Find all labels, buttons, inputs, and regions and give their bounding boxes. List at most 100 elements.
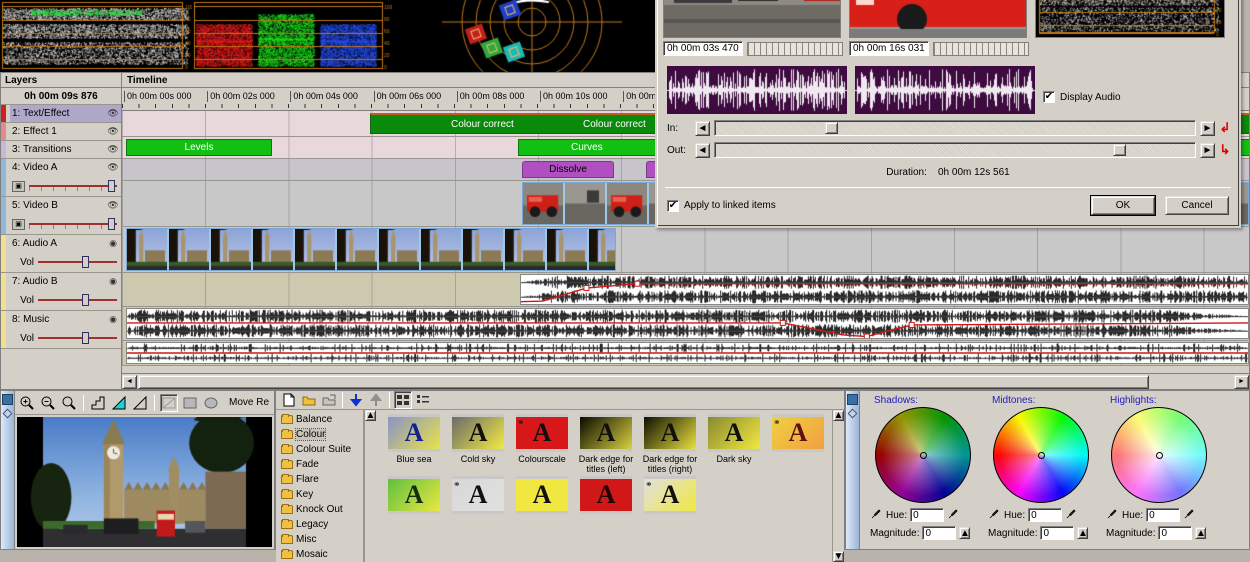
wheel-handle[interactable] xyxy=(1037,451,1045,459)
in-timecode-field[interactable]: 0h 00m 03s 470 xyxy=(663,41,743,56)
preset-item[interactable]: A xyxy=(574,476,638,538)
magnitude-spinner[interactable]: ▲ xyxy=(1077,527,1089,539)
preset-thumbnail[interactable]: ⚭ A xyxy=(452,476,504,514)
folder-item[interactable]: Knock Out xyxy=(276,502,363,517)
eyedropper-pick-icon[interactable] xyxy=(1183,507,1196,523)
grid-scroll-down-icon[interactable]: ▼ xyxy=(833,551,844,562)
layer-item[interactable]: 6: Audio A ◉ Vol xyxy=(1,235,121,273)
out-step-right-icon[interactable]: ► xyxy=(1200,142,1215,158)
layer-item[interactable]: 3: Transitions 👁 xyxy=(1,141,121,159)
layer-item[interactable]: 5: Video B 👁 ▣ xyxy=(1,197,121,235)
panel-handle-icon[interactable] xyxy=(2,394,13,405)
wheel-handle[interactable] xyxy=(919,451,927,459)
preset-thumbnail[interactable]: ⚭ A xyxy=(644,476,696,514)
zoom-out-icon[interactable] xyxy=(39,393,57,412)
panel-handle-icon[interactable] xyxy=(847,394,858,405)
out-step-left-icon[interactable]: ◄ xyxy=(695,142,710,158)
eyedropper-add-icon[interactable] xyxy=(1106,507,1119,523)
magnitude-spinner[interactable]: ▲ xyxy=(959,527,971,539)
display-audio-checkbox[interactable]: ✔ Display Audio xyxy=(1043,80,1121,114)
eye-icon[interactable]: 👁 xyxy=(105,144,121,155)
clip-dissolve[interactable]: Dissolve xyxy=(522,161,614,178)
volume-control[interactable]: Vol xyxy=(10,252,121,272)
zoom-reset-icon[interactable] xyxy=(60,393,78,412)
scrollbar-thumb[interactable] xyxy=(138,374,1149,389)
layer-item[interactable]: 7: Audio B ◉ Vol xyxy=(1,273,121,311)
hue-field[interactable]: 0 xyxy=(1028,508,1063,522)
folder-item[interactable]: Colour Suite xyxy=(276,442,363,457)
eyedropper-pick-icon[interactable] xyxy=(947,507,960,523)
view-list-icon[interactable] xyxy=(414,391,432,409)
new-icon[interactable] xyxy=(280,391,298,409)
opacity-control[interactable]: ▣ xyxy=(10,176,121,196)
opacity-slider[interactable] xyxy=(29,180,117,192)
import-down-icon[interactable] xyxy=(347,391,365,409)
eye-icon[interactable]: 👁 xyxy=(105,108,121,119)
keyframe-diamond-icon[interactable] xyxy=(847,408,858,419)
eye-icon[interactable]: 👁 xyxy=(105,162,121,173)
opacity-slider[interactable] xyxy=(29,218,117,230)
eyedropper-add-icon[interactable] xyxy=(988,507,1001,523)
track-music[interactable] xyxy=(122,341,1249,366)
preset-thumbnail[interactable]: A xyxy=(452,414,504,452)
preset-thumbnail[interactable]: A xyxy=(580,476,632,514)
preset-thumbnail[interactable]: A xyxy=(644,414,696,452)
in-step-left-icon[interactable]: ◄ xyxy=(695,120,710,136)
eyedropper-add-icon[interactable] xyxy=(870,507,883,523)
preset-item[interactable]: A Dark edge for titles (right) xyxy=(638,414,702,476)
tree-scroll-up-icon[interactable]: ▲ xyxy=(365,410,376,421)
hue-field[interactable]: 0 xyxy=(1146,508,1181,522)
eye-icon[interactable]: 👁 xyxy=(105,200,121,211)
view-thumbnails-icon[interactable] xyxy=(394,391,412,409)
preset-item[interactable]: ⚭ A Colourscale xyxy=(510,414,574,476)
mask-ellipse-icon[interactable] xyxy=(202,393,220,412)
grid-scrollbar[interactable]: ▲ ▼ xyxy=(832,410,844,562)
volume-slider[interactable] xyxy=(38,256,117,268)
preset-item[interactable]: ⚭ A xyxy=(638,476,702,538)
audio-clip-music[interactable] xyxy=(126,342,1249,364)
wheel-handle[interactable] xyxy=(1155,451,1163,459)
checkbox-box[interactable]: ✔ xyxy=(1043,91,1055,103)
out-jog-wheel[interactable] xyxy=(933,41,1029,56)
in-mark-icon[interactable]: ↲ xyxy=(1219,120,1231,136)
preset-item[interactable]: ⚭ A xyxy=(446,476,510,538)
hue-field[interactable]: 0 xyxy=(910,508,945,522)
preset-item[interactable]: A Dark sky xyxy=(702,414,766,476)
layer-item[interactable]: 1: Text/Effect 👁 xyxy=(1,105,121,123)
eyedropper-pick-icon[interactable] xyxy=(1065,507,1078,523)
preset-item[interactable]: A Dark edge for titles (left) xyxy=(574,414,638,476)
track-video-b[interactable] xyxy=(122,227,1249,273)
preset-item[interactable]: ⚭ A xyxy=(766,414,830,476)
colour-wheel[interactable] xyxy=(1111,407,1207,503)
grid-scroll-up-icon[interactable]: ▲ xyxy=(833,410,844,421)
preset-thumbnail[interactable]: A xyxy=(708,414,760,452)
preset-thumbnail[interactable]: A xyxy=(388,414,440,452)
magnitude-field[interactable]: 0 xyxy=(1158,526,1193,540)
layer-item[interactable]: 4: Video A 👁 ▣ xyxy=(1,159,121,197)
folder-item[interactable]: Misc xyxy=(276,532,363,547)
folder-item[interactable]: Key xyxy=(276,487,363,502)
mask-off-icon[interactable] xyxy=(160,393,178,412)
folder-item[interactable]: Flare xyxy=(276,472,363,487)
open-folder-icon[interactable] xyxy=(300,391,318,409)
speaker-icon[interactable]: ◉ xyxy=(105,238,121,249)
opacity-control[interactable]: ▣ xyxy=(10,214,121,234)
layer-item[interactable]: 2: Effect 1 👁 xyxy=(1,123,121,141)
filmstrip-video-b[interactable] xyxy=(126,228,616,271)
keyframe-diamond-icon[interactable] xyxy=(2,408,13,419)
folder-item[interactable]: Balance xyxy=(276,412,363,427)
speaker-icon[interactable]: ◉ xyxy=(105,314,121,325)
preset-thumbnail[interactable]: A xyxy=(580,414,632,452)
track-audio-a[interactable] xyxy=(122,273,1249,307)
preset-item[interactable]: A xyxy=(382,476,446,538)
preset-item[interactable]: A Cold sky xyxy=(446,414,510,476)
checkbox-box[interactable]: ✔ xyxy=(667,199,679,212)
preset-thumbnail[interactable]: A xyxy=(516,476,568,514)
zoom-in-icon[interactable] xyxy=(18,393,36,412)
out-slider-track[interactable] xyxy=(714,142,1196,158)
folder-item[interactable]: Colour xyxy=(276,427,363,442)
preset-thumbnail[interactable]: A xyxy=(388,476,440,514)
colour-wheel[interactable] xyxy=(993,407,1089,503)
save-icon[interactable] xyxy=(320,391,338,409)
audio-clip-a[interactable] xyxy=(520,274,1249,305)
